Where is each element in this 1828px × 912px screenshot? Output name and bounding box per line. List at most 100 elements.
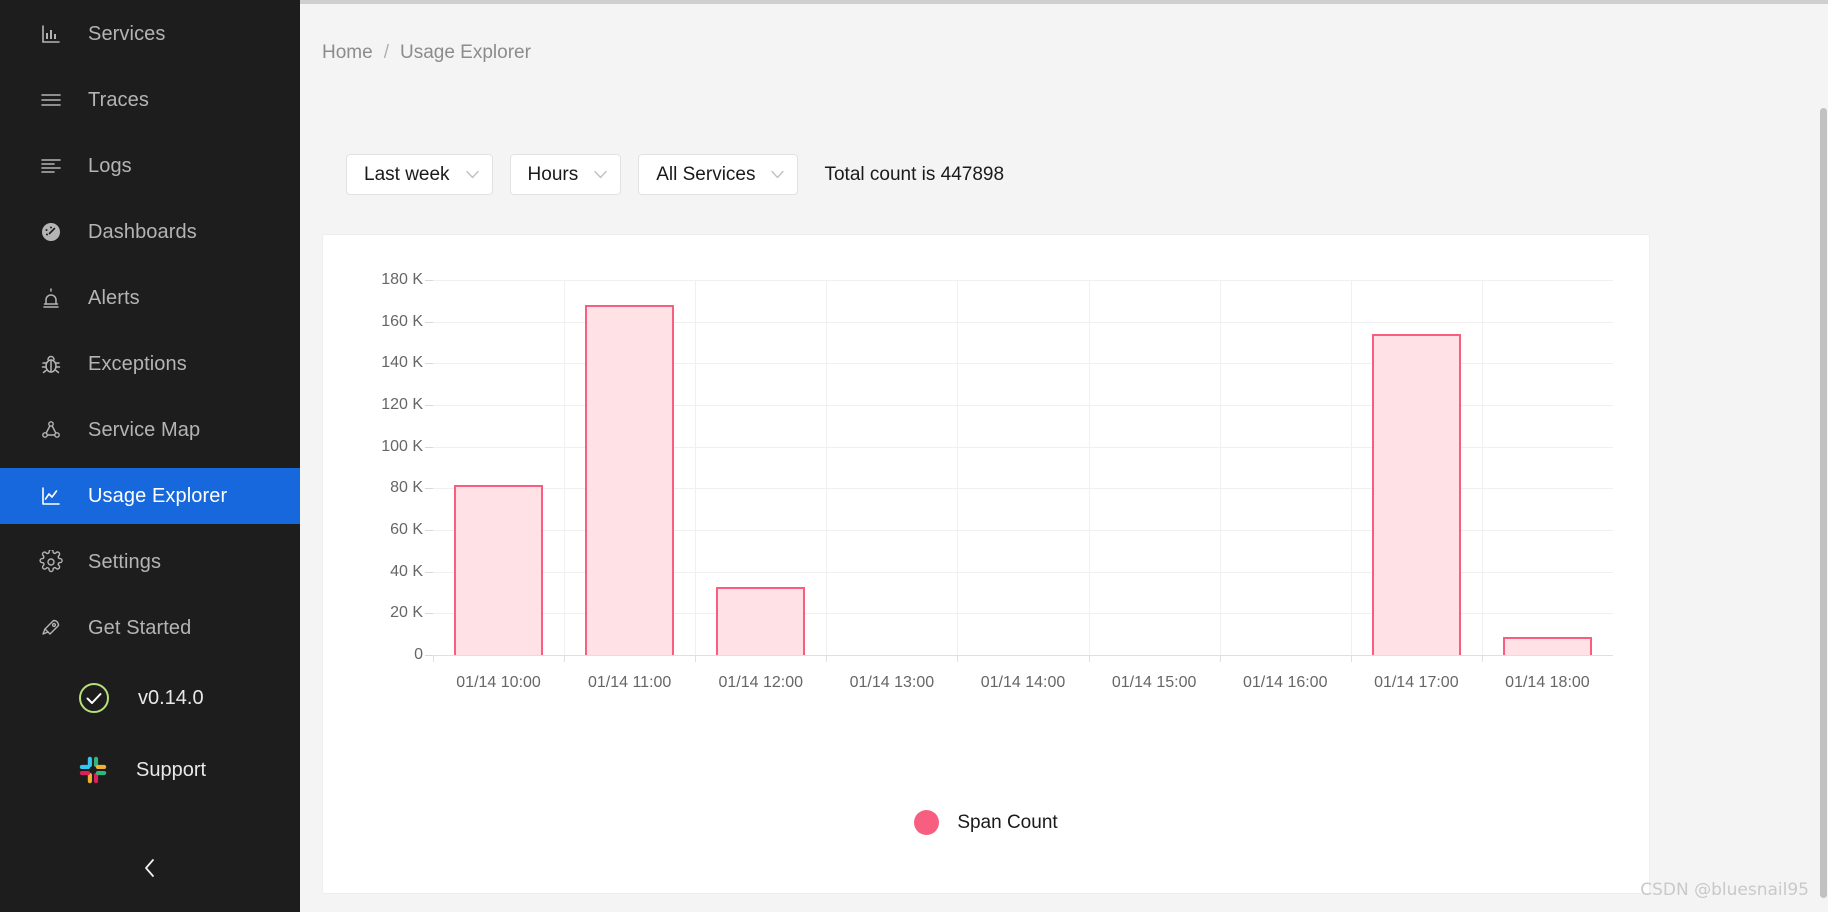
chart-bar[interactable] [1502,637,1592,655]
chart-y-axis-label: 60 K [390,521,423,538]
line-chart-icon [38,483,64,509]
sidebar-item-logs[interactable]: Logs [0,138,300,194]
chart-bar[interactable] [716,587,806,655]
chart-y-tickmark [425,488,433,490]
chart-y-axis-label: 160 K [381,312,423,330]
usage-chart-card: 0 20 K 40 K 60 K 80 K 100 K 120 K 140 K 160 K 180… [322,234,1650,894]
watermark-text: CSDN @bluesnail95 [1640,880,1809,900]
chart-y-tickmark [425,321,433,323]
vertical-scrollbar[interactable] [1819,4,1828,912]
chart-vertical-gridline [564,280,566,655]
chart-bar[interactable] [453,484,544,655]
sidebar-item-label: Logs [88,154,132,177]
chart-legend[interactable]: Span Count [323,810,1649,835]
sidebar-item-label: Services [88,22,166,45]
chart-y-tickmark [425,613,433,615]
chart-y-axis-label: 40 K [390,562,423,580]
bar-chart-icon [38,21,64,47]
chart-vertical-gridline [957,280,959,655]
chart-y-tickmark [425,530,433,531]
check-circle-icon [76,680,112,716]
sidebar-item-traces[interactable]: Traces [0,72,300,128]
sidebar-item-settings[interactable]: Settings [0,534,300,590]
sidebar-item-label: Service Map [88,418,201,441]
chart-y-tickmark [425,280,433,281]
slack-icon [76,753,110,787]
sidebar-item-label: Usage Explorer [88,484,228,507]
interval-select[interactable]: Hours [509,154,622,195]
main-content: Home / Usage Explorer Last week Hours Al… [300,0,1828,912]
time-range-select[interactable]: Last week [346,154,493,195]
sidebar-item-exceptions[interactable]: Exceptions [0,336,300,392]
gauge-icon [38,219,64,245]
version-row: v0.14.0 [0,670,300,726]
app-root: Services Traces Logs Dashboards Alerts E… [0,0,1828,912]
sidebar-item-dashboards[interactable]: Dashboards [0,204,300,260]
chart-bar[interactable] [1371,334,1461,655]
chart-x-axis-label: 01/14 17:00 [1374,674,1459,691]
filter-bar: Last week Hours All Services Total count… [346,154,1004,195]
sidebar-item-get-started[interactable]: Get Started [0,600,300,656]
chart-x-tickmark [695,655,697,662]
chart-y-axis-label: 120 K [381,396,423,413]
sidebar-item-usage-explorer[interactable]: Usage Explorer [0,468,300,524]
scrollbar-thumb[interactable] [1820,108,1827,898]
chart-x-axis-label: 01/14 16:00 [1242,674,1328,691]
chart-x-axis-label: 01/14 18:00 [1505,674,1590,691]
service-value: All Services [656,163,756,185]
interval-value: Hours [527,163,579,185]
total-count-text: Total count is 447898 [824,163,1005,185]
chart-container: 0 20 K 40 K 60 K 80 K 100 K 120 K 140 K 160 K 180… [323,235,1649,893]
chart-x-tickmark [1350,655,1352,662]
sidebar-item-services[interactable]: Services [0,6,300,62]
rocket-icon [38,615,64,641]
sidebar-item-label: Alerts [88,286,140,309]
sidebar-item-label: Get Started [88,616,192,639]
chart-y-tickmark [425,655,433,656]
chart-bar[interactable] [585,304,675,655]
sidebar-item-service-map[interactable]: Service Map [0,402,300,458]
breadcrumb-current: Usage Explorer [399,42,531,63]
chart-vertical-gridline [695,280,697,655]
chevron-down-icon [465,170,479,179]
gear-icon [38,549,64,575]
breadcrumb-separator: / [383,42,389,63]
chart-gridline [433,280,1613,281]
align-left-icon [38,153,64,179]
version-label: v0.14.0 [138,686,204,709]
chart-x-axis-label: 01/14 13:00 [849,674,935,691]
menu-lines-icon [38,87,64,113]
legend-color-swatch [914,810,940,835]
chart-x-tickmark [826,655,828,662]
service-select[interactable]: All Services [638,154,799,195]
chart-gridline [433,655,1613,656]
chart-x-tickmark [957,655,959,662]
chart-y-axis-label: 140 K [381,354,423,372]
chart-x-tickmark [433,655,434,662]
support-row[interactable]: Support [0,742,300,798]
chart-y-axis-label: 20 K [390,604,423,622]
chart-plot-area: 0 20 K 40 K 60 K 80 K 100 K 120 K 140 K 160 K 180… [381,271,1613,691]
chart-y-tickmark [425,446,433,448]
chart-vertical-gridline [1088,280,1090,655]
sidebar-item-label: Dashboards [88,220,197,243]
sidebar-collapse-button[interactable] [0,848,300,888]
chart-vertical-gridline [1219,280,1221,655]
chart-x-tickmark [1481,655,1483,662]
chart-x-tickmark [564,655,566,662]
breadcrumb-home[interactable]: Home [322,42,373,64]
chart-vertical-gridline [1350,280,1352,655]
chart-vertical-gridline [1481,280,1483,655]
sidebar-item-label: Exceptions [88,352,187,375]
time-range-value: Last week [364,163,450,185]
chart-y-tickmark [425,363,433,365]
legend-label: Span Count [957,811,1058,833]
chart-x-axis-label: 01/14 10:00 [456,674,541,691]
chart-y-axis-label: 80 K [390,479,423,497]
breadcrumb: Home / Usage Explorer [322,42,531,64]
top-divider [300,0,1828,4]
sidebar-item-alerts[interactable]: Alerts [0,270,300,326]
chart-x-axis-label: 01/14 11:00 [587,674,672,691]
chart-x-axis-label: 01/14 15:00 [1111,674,1197,691]
chart-y-tickmark [425,405,433,406]
